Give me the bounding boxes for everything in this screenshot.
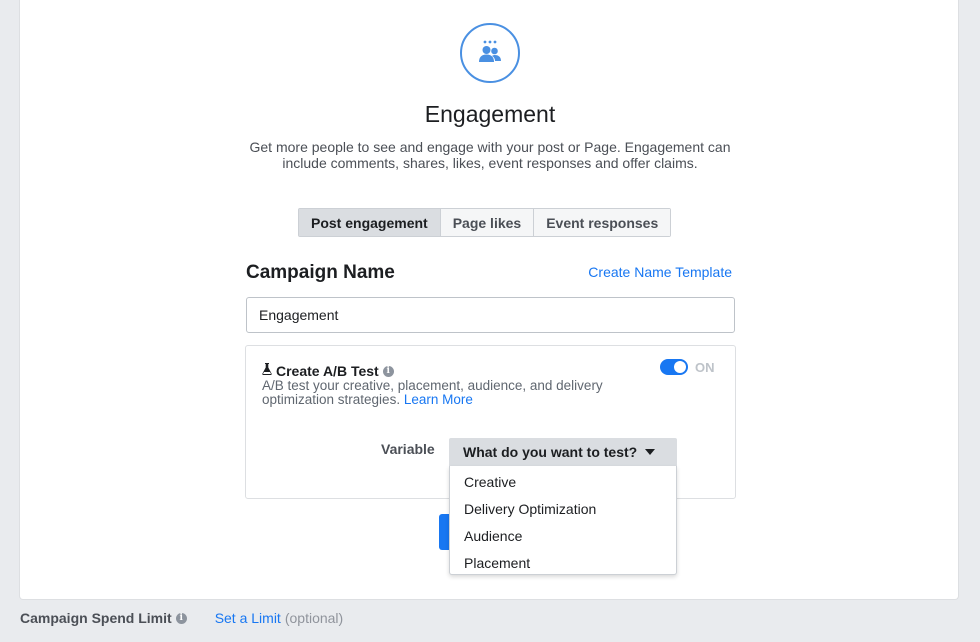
option-audience[interactable]: Audience (450, 522, 676, 549)
spend-limit-label: Campaign Spend Limit (20, 610, 172, 626)
info-icon[interactable]: i (175, 612, 187, 624)
option-delivery-optimization[interactable]: Delivery Optimization (450, 495, 676, 522)
variable-label: Variable (381, 441, 435, 457)
optional-hint: (optional) (284, 610, 344, 626)
ab-test-toggle[interactable]: ON (660, 359, 715, 375)
caret-down-icon (645, 449, 656, 455)
option-creative[interactable]: Creative (450, 468, 676, 495)
toggle-switch[interactable] (660, 359, 688, 375)
variable-select-value: What do you want to test? (463, 444, 638, 460)
objective-title: Engagement (424, 101, 556, 127)
objective-description: Get more people to see and engage with y… (249, 139, 731, 171)
set-limit-link[interactable]: Set a Limit (215, 610, 281, 626)
campaign-name-heading: Campaign Name (246, 262, 395, 283)
toggle-label: ON (695, 359, 715, 375)
ab-test-title: Create A/B Test (276, 363, 379, 379)
spend-limit-row: Campaign Spend Limit i Set a Limit (opti… (20, 610, 343, 626)
variable-dropdown-menu: Creative Delivery Optimization Audience … (449, 466, 677, 575)
option-placement[interactable]: Placement (450, 549, 676, 576)
learn-more-link[interactable]: Learn More (404, 392, 473, 407)
engagement-type-tabs: Post engagement Page likes Event respons… (298, 208, 672, 237)
campaign-name-input[interactable] (246, 297, 735, 333)
campaign-card: Engagement Get more people to see and en… (19, 0, 959, 600)
ab-test-description: A/B test your creative, placement, audie… (262, 379, 662, 407)
tab-post-engagement[interactable]: Post engagement (299, 209, 441, 236)
create-name-template-link[interactable]: Create Name Template (588, 264, 732, 280)
info-icon[interactable]: i (382, 365, 394, 377)
people-engagement-icon (460, 23, 520, 83)
toggle-knob (674, 361, 686, 373)
tab-page-likes[interactable]: Page likes (440, 209, 535, 236)
variable-select[interactable]: What do you want to test? (449, 438, 677, 466)
tab-event-responses[interactable]: Event responses (534, 209, 671, 236)
